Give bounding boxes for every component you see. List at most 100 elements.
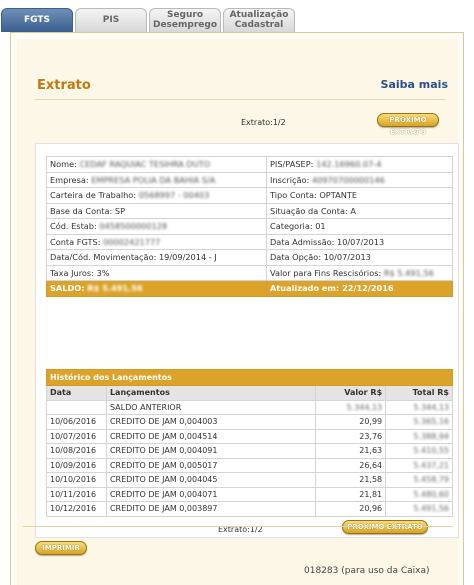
tab-seguro-desemprego[interactable]: Seguro Desemprego [149, 8, 221, 32]
atualizado-label: Atualizado em: [270, 283, 340, 294]
history-total: 5.365,16 [413, 417, 449, 427]
history-total: 5.410,55 [413, 446, 449, 456]
nome-value: CEDAF RAQUIAC TESIHRA DUTO [79, 159, 211, 170]
next-extract-button-top[interactable]: PRÓXIMO EXTRATO [377, 113, 439, 136]
account-info-table: Nome: CEDAF RAQUIAC TESIHRA DUTO PIS/PAS… [46, 156, 453, 297]
base-conta-label: Base da Conta: [50, 205, 113, 216]
history-date: 10/08/2016 [50, 446, 97, 456]
history-row: 10/06/2016 CREDITO DE JAM 0,004003 20,99 5.… [46, 414, 453, 430]
history-date-cell: 10/10/2016 [46, 472, 107, 488]
history-total-cell: 5.458,79 [385, 472, 453, 488]
saldo-row: SALDO: R$ 5.491,56 Atualizado em: 22/12/… [46, 280, 453, 297]
info-row: Data/Cód. Movimentação: 19/09/2014 - J D… [46, 249, 453, 266]
tab-pis-label: PIS [102, 15, 120, 25]
extract-card: Nome: CEDAF RAQUIAC TESIHRA DUTO PIS/PAS… [35, 143, 459, 538]
history-valor: 20,96 [359, 504, 383, 514]
atualizado-cell: Atualizado em: 22/12/2016 [266, 280, 453, 297]
history-date: 10/09/2016 [50, 460, 97, 470]
data-opcao-value: 10/07/2013 [323, 252, 371, 263]
tab-atualizacao-cadastral[interactable]: Atualização Cadastral [223, 8, 295, 32]
col-data: Data [46, 385, 107, 401]
pis-label: PIS/PASEP: [270, 159, 314, 170]
history-desc-cell: CREDITO DE JAM 0,005017 [105, 457, 317, 473]
history-desc-cell: CREDITO DE JAM 0,004514 [105, 428, 317, 444]
history-row: 10/08/2016 CREDITO DE JAM 0,004091 21,63 5.… [46, 443, 453, 459]
history-table: Histórico dos Lançamentos Data Lançament… [46, 369, 453, 517]
history-total: 5.437,21 [413, 460, 449, 470]
history-row: 10/07/2016 CREDITO DE JAM 0,004514 23,76 5.… [46, 428, 453, 444]
history-valor: 26,64 [359, 460, 383, 470]
categoria-label: Categoria: [270, 221, 313, 232]
history-row: 10/10/2016 CREDITO DE JAM 0,004045 21,58 5.… [46, 472, 453, 488]
tab-atualizacao-label-1: Atualização [229, 10, 289, 20]
valor-fins-cell: Valor para Fins Rescisórios: R$ 5.491,56 [266, 264, 453, 281]
history-total-cell: 5.480,60 [385, 486, 453, 502]
tab-bar: FGTS PIS Seguro Desemprego Atualização Cad… [0, 0, 474, 32]
tipo-conta-label: Tipo Conta: [270, 190, 317, 201]
saldo-value: R$ 5.491,56 [87, 283, 143, 294]
history-row: 10/09/2016 CREDITO DE JAM 0,005017 26,64 5.… [46, 457, 453, 473]
divider [35, 99, 445, 100]
carteira-value: 0568997 - 00403 [138, 190, 210, 201]
col-total: Total R$ [385, 385, 453, 401]
history-total: 5.388,94 [413, 431, 449, 441]
page-title: Extrato [37, 78, 91, 93]
content-panel-inner: Extrato Saiba mais Extrato:1/2 PRÓXIMO E… [17, 39, 459, 585]
pis-cell: PIS/PASEP: 142.16960.07-4 [266, 156, 453, 173]
info-row: Cód. Estab: 0458500000128 Categoria: 01 [46, 218, 453, 235]
history-total-cell: 5.388,94 [385, 428, 453, 444]
empresa-value: EMPRESA POLIA DA BAHIA S/A [91, 174, 216, 185]
history-valor-cell: 5.344,13 [315, 399, 387, 415]
base-conta-cell: Base da Conta: SP [46, 202, 267, 219]
cod-estab-cell: Cód. Estab: 0458500000128 [46, 218, 267, 235]
print-button[interactable]: IMPRIMIR [35, 541, 87, 555]
inscricao-label: Inscrição: [270, 174, 310, 185]
history-valor-cell: 21,81 [315, 486, 387, 502]
history-row: 10/11/2016 CREDITO DE JAM 0,004071 21,81 5.… [46, 486, 453, 502]
history-date: 10/07/2016 [50, 431, 97, 441]
tipo-conta-cell: Tipo Conta: OPTANTE [266, 187, 453, 204]
history-date-cell: 10/08/2016 [46, 443, 107, 459]
history-date-cell: 10/09/2016 [46, 457, 107, 473]
history-total-cell: 5.437,21 [385, 457, 453, 473]
history-valor-cell: 20,99 [315, 414, 387, 430]
history-valor-cell: 20,96 [315, 501, 387, 517]
conta-fgts-cell: Conta FGTS: 00002421777 [46, 233, 267, 250]
history-total-cell: 5.491,56 [385, 501, 453, 517]
categoria-cell: Categoria: 01 [266, 218, 453, 235]
history-date: 10/06/2016 [50, 417, 97, 427]
tab-fgts[interactable]: FGTS [1, 8, 73, 32]
history-total: 5.491,56 [413, 504, 449, 514]
saldo-cell: SALDO: R$ 5.491,56 [46, 280, 267, 297]
saiba-mais-link[interactable]: Saiba mais [381, 78, 448, 91]
pis-value: 142.16960.07-4 [316, 159, 382, 170]
empresa-label: Empresa: [50, 174, 89, 185]
conta-fgts-value: 00002421777 [103, 236, 161, 247]
next-extract-button-bottom[interactable]: PRÓXIMO EXTRATO [342, 520, 428, 534]
history-desc-cell: SALDO ANTERIOR [105, 399, 317, 415]
extrato-page-indicator-top: Extrato:1/2 [241, 118, 286, 127]
data-admissao-label: Data Admissão: [270, 236, 335, 247]
info-row: Base da Conta: SP Situação da Conta: A [46, 202, 453, 219]
history-date-cell: 10/07/2016 [46, 428, 107, 444]
history-date: 10/11/2016 [50, 489, 97, 499]
history-header-row: Data Lançamentos Valor R$ Total R$ [46, 385, 453, 401]
carteira-label: Carteira de Trabalho: [50, 190, 137, 201]
history-desc-cell: CREDITO DE JAM 0,004071 [105, 486, 317, 502]
taxa-juros-label: Taxa Juros: [50, 267, 94, 278]
data-mov-label: Data/Cód. Movimentação: [50, 252, 157, 263]
info-row: Empresa: EMPRESA POLIA DA BAHIA S/A Insc… [46, 171, 453, 188]
history-date-cell: 10/11/2016 [46, 486, 107, 502]
history-desc: SALDO ANTERIOR [109, 402, 182, 412]
history-valor-cell: 26,64 [315, 457, 387, 473]
tipo-conta-value: OPTANTE [319, 190, 357, 201]
history-total-cell: 5.365,16 [385, 414, 453, 430]
info-row: Conta FGTS: 00002421777 Data Admissão: 1… [46, 233, 453, 250]
history-date-cell [46, 399, 107, 415]
data-opcao-label: Data Opção: [270, 252, 322, 263]
data-admissao-value: 10/07/2013 [336, 236, 385, 247]
history-date: 10/12/2016 [50, 504, 97, 514]
tab-pis[interactable]: PIS [75, 8, 147, 32]
valor-fins-label: Valor para Fins Rescisórios: [270, 267, 382, 278]
tab-atualizacao-label-2: Cadastral [234, 20, 284, 30]
